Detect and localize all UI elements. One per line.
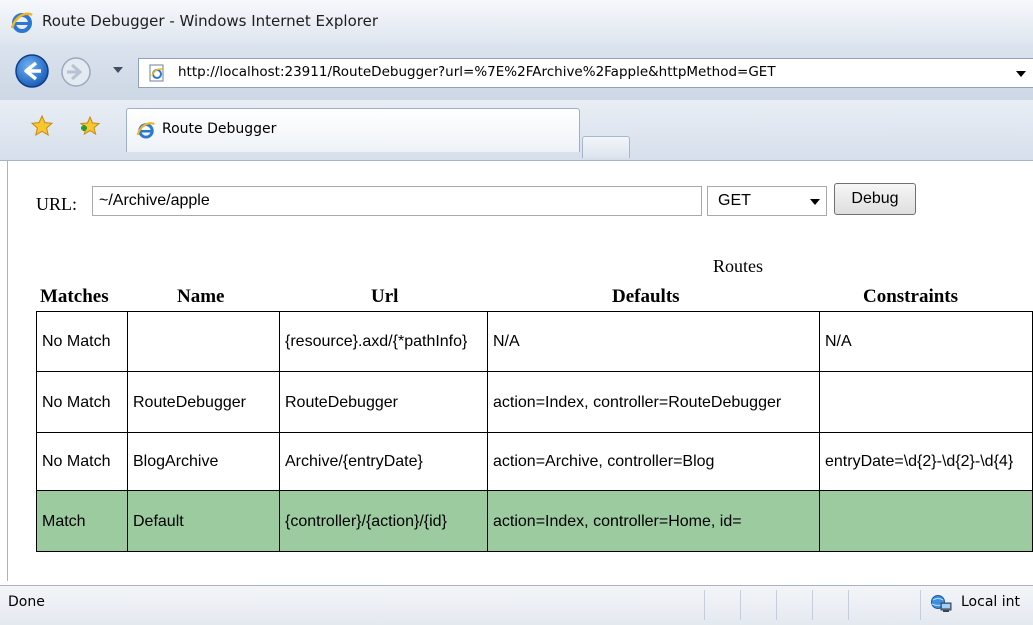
- route-cell-url: RouteDebugger: [280, 372, 488, 433]
- status-divider: [704, 590, 705, 620]
- status-divider: [920, 590, 921, 620]
- route-cell-matches: No Match: [36, 433, 128, 491]
- status-divider: [848, 590, 849, 620]
- back-arrow-icon[interactable]: [14, 53, 50, 89]
- status-bar: [0, 585, 1033, 625]
- route-cell-name: Default: [128, 491, 280, 552]
- route-cell-constraints: N/A: [820, 311, 1033, 372]
- column-header-url: Url: [371, 286, 399, 307]
- column-header-constraints: Constraints: [863, 286, 959, 307]
- route-cell-matches: No Match: [36, 311, 128, 372]
- forward-arrow-icon[interactable]: [60, 56, 92, 88]
- route-cell-matches: Match: [36, 491, 128, 552]
- route-cell-defaults: action=Index, controller=RouteDebugger: [488, 372, 820, 433]
- security-zone-label: Local int: [961, 594, 1020, 610]
- new-tab-button[interactable]: [582, 136, 630, 158]
- route-cell-matches: No Match: [36, 372, 128, 433]
- status-text: Done: [8, 594, 45, 610]
- route-cell-constraints: [820, 491, 1033, 552]
- local-intranet-icon: [931, 595, 952, 612]
- route-cell-name: RouteDebugger: [128, 372, 280, 433]
- routes-caption: Routes: [713, 256, 764, 276]
- recent-pages-dropdown-icon[interactable]: [112, 65, 124, 75]
- status-divider: [812, 590, 813, 620]
- route-cell-url: {controller}/{action}/{id}: [280, 491, 488, 552]
- http-method-value[interactable]: GET: [718, 192, 751, 210]
- column-header-matches: Matches: [40, 286, 109, 307]
- route-cell-name: BlogArchive: [128, 433, 280, 491]
- add-favorites-icon[interactable]: [78, 114, 102, 138]
- address-url[interactable]: http://localhost:23911/RouteDebugger?url…: [178, 64, 776, 80]
- tab-label[interactable]: Route Debugger: [162, 121, 276, 137]
- route-cell-url: Archive/{entryDate}: [280, 433, 488, 491]
- chevron-down-icon[interactable]: [810, 198, 820, 206]
- tab-ie-icon: [136, 122, 155, 139]
- route-cell-constraints: entryDate=\d{2}-\d{2}-\d{4}: [820, 433, 1033, 491]
- route-cell-constraints: [820, 372, 1033, 433]
- column-header-name: Name: [177, 286, 225, 307]
- page-icon: [149, 64, 164, 82]
- column-header-defaults: Defaults: [612, 286, 680, 307]
- route-cell-name: [128, 311, 280, 372]
- route-cell-defaults: action=Archive, controller=Blog: [488, 433, 820, 491]
- url-input[interactable]: [92, 186, 702, 216]
- route-cell-url: {resource}.axd/{*pathInfo}: [280, 311, 488, 372]
- debug-button[interactable]: Debug: [834, 183, 916, 215]
- routes-table: No Match {resource}.axd/{*pathInfo} N/A N/A…: [36, 311, 1033, 552]
- window-title: Route Debugger - Windows Internet Explor…: [42, 12, 379, 30]
- route-cell-defaults: action=Index, controller=Home, id=: [488, 491, 820, 552]
- status-divider: [776, 590, 777, 620]
- favorites-star-icon[interactable]: [30, 114, 54, 138]
- ie-logo-icon: [10, 12, 33, 33]
- status-divider: [740, 590, 741, 620]
- address-dropdown-icon[interactable]: [1016, 70, 1026, 78]
- url-label: URL:: [36, 194, 78, 214]
- route-cell-defaults: N/A: [488, 311, 820, 372]
